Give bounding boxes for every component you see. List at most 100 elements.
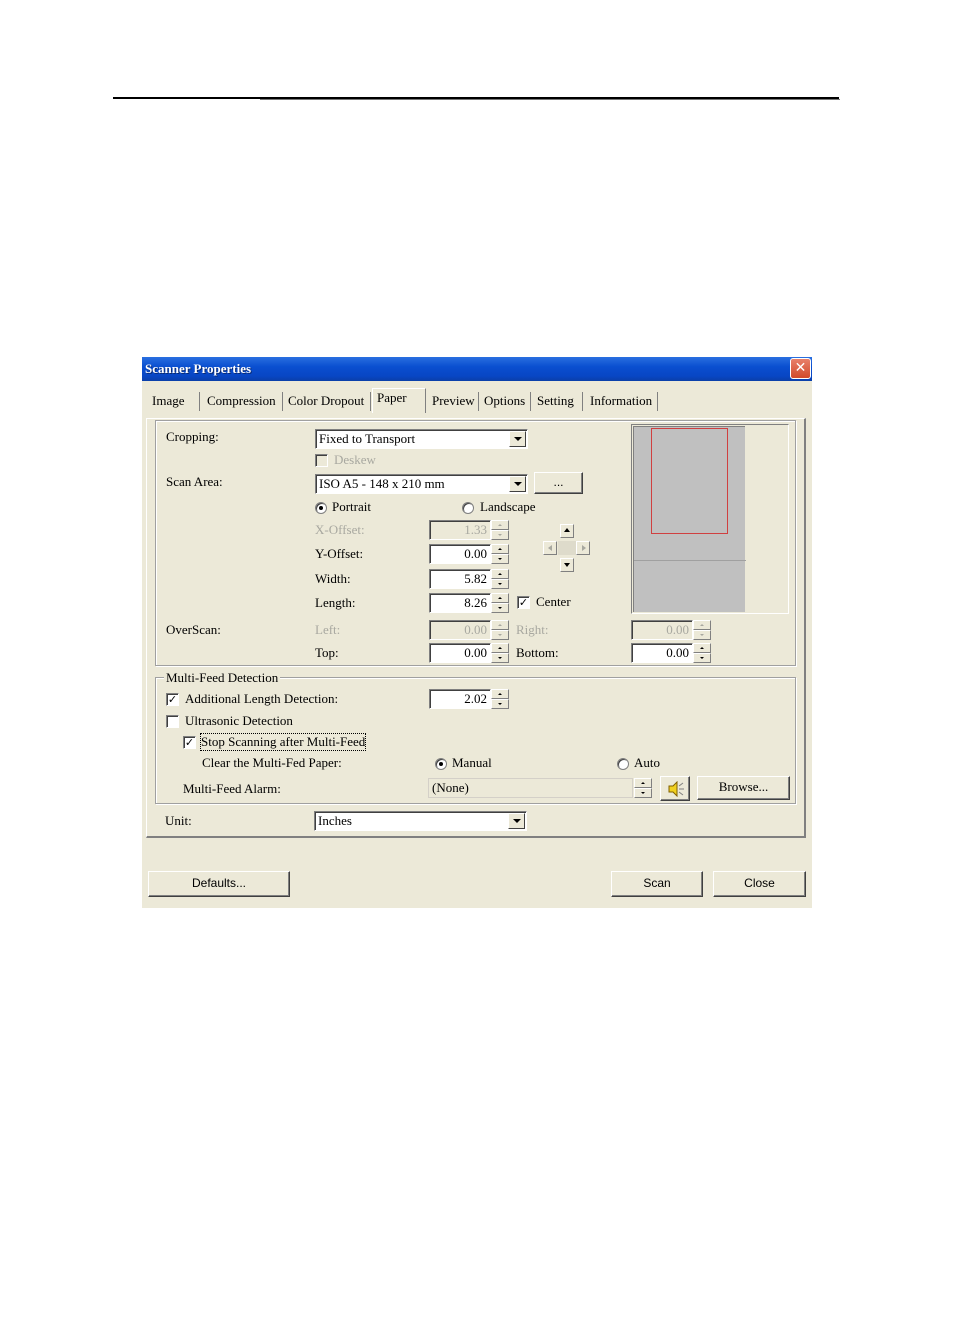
spin-up-icon[interactable] <box>491 643 509 653</box>
ultrasonic-checkbox[interactable] <box>166 715 179 728</box>
scan-area-select[interactable]: ISO A5 - 148 x 210 mm <box>315 474 528 494</box>
manual-label: Manual <box>452 755 492 770</box>
tab-preview[interactable]: Preview <box>428 392 479 411</box>
spin-up-icon[interactable] <box>693 620 711 630</box>
title-bar[interactable]: Scanner Properties ✕ <box>142 357 812 381</box>
spin-up-icon[interactable] <box>491 569 509 579</box>
additional-length-field[interactable]: 2.02 <box>429 689 491 709</box>
width-field[interactable]: 5.82 <box>429 569 491 589</box>
nudge-down-button[interactable] <box>560 558 574 572</box>
scan-area-more-button[interactable]: ... <box>534 472 583 494</box>
nudge-left-button[interactable] <box>543 541 557 555</box>
spin-down-icon[interactable] <box>634 788 652 798</box>
close-button[interactable]: Close <box>713 871 806 897</box>
spin-up-icon[interactable] <box>491 544 509 554</box>
tab-information[interactable]: Information <box>586 392 658 411</box>
spin-down-icon[interactable] <box>491 554 509 564</box>
page-header-rule-shadow <box>260 99 840 100</box>
additional-length-label: Additional Length Detection: <box>185 691 339 706</box>
tab-color-dropout[interactable]: Color Dropout <box>284 392 371 411</box>
arrow-right-icon <box>582 545 586 551</box>
spin-down-icon[interactable] <box>693 653 711 663</box>
alarm-value: (None) <box>432 780 469 795</box>
landscape-label: Landscape <box>480 499 536 514</box>
spin-up-icon[interactable] <box>491 593 509 603</box>
multi-feed-group-title: Multi-Feed Detection <box>164 670 281 686</box>
paper-preview <box>631 424 789 614</box>
scan-area-value: ISO A5 - 148 x 210 mm <box>319 476 445 491</box>
cropping-select[interactable]: Fixed to Transport <box>315 429 528 449</box>
spin-down-icon[interactable] <box>491 579 509 589</box>
y-offset-field[interactable]: 0.00 <box>429 544 491 564</box>
arrow-up-icon <box>564 528 570 532</box>
overscan-top-label: Top: <box>315 645 339 660</box>
sheet-divider <box>634 560 746 561</box>
manual-radio[interactable] <box>435 758 447 770</box>
spin-down-icon[interactable] <box>491 603 509 613</box>
nudge-up-button[interactable] <box>560 524 574 538</box>
center-label: Center <box>536 594 571 609</box>
scan-area-outline[interactable] <box>651 428 728 534</box>
tab-setting[interactable]: Setting <box>533 392 583 411</box>
landscape-radio[interactable] <box>462 502 474 514</box>
spin-down-icon[interactable] <box>491 699 509 709</box>
overscan-right-field[interactable]: 0.00 <box>631 620 693 640</box>
stop-scanning-checkbox[interactable]: ✓ <box>183 736 196 749</box>
alarm-label: Multi-Feed Alarm: <box>183 781 281 796</box>
cropping-label: Cropping: <box>166 429 219 444</box>
spin-down-icon[interactable] <box>693 630 711 640</box>
spin-up-icon[interactable] <box>693 643 711 653</box>
additional-length-checkbox[interactable]: ✓ <box>166 693 179 706</box>
alarm-field[interactable]: (None) <box>428 778 633 798</box>
tab-compression[interactable]: Compression <box>203 392 283 411</box>
spin-up-icon[interactable] <box>491 520 509 530</box>
auto-label: Auto <box>634 755 660 770</box>
position-nudge-pad <box>543 524 591 572</box>
x-offset-field[interactable]: 1.33 <box>429 520 491 540</box>
chevron-down-icon[interactable] <box>509 431 526 447</box>
spin-up-icon[interactable] <box>491 689 509 699</box>
scan-button[interactable]: Scan <box>611 871 703 897</box>
auto-radio[interactable] <box>617 758 629 770</box>
multi-feed-detection-group: Multi-Feed Detection ✓ Additional Length… <box>155 670 796 804</box>
overscan-top-field[interactable]: 0.00 <box>429 643 491 663</box>
overscan-left-field[interactable]: 0.00 <box>429 620 491 640</box>
scanner-properties-dialog: Scanner Properties ✕ Image Compression C… <box>142 357 812 908</box>
tab-image[interactable]: Image <box>148 392 200 411</box>
close-icon[interactable]: ✕ <box>790 358 811 379</box>
spin-down-icon[interactable] <box>491 653 509 663</box>
portrait-label: Portrait <box>332 499 371 514</box>
nudge-right-button[interactable] <box>576 541 590 555</box>
clear-paper-label: Clear the Multi-Fed Paper: <box>202 755 342 770</box>
length-field[interactable]: 8.26 <box>429 593 491 613</box>
paper-settings-group: Cropping: Fixed to Transport Deskew Scan… <box>155 420 796 666</box>
portrait-radio[interactable] <box>315 502 327 514</box>
defaults-button[interactable]: Defaults... <box>148 871 290 897</box>
y-offset-label: Y-Offset: <box>315 546 364 561</box>
arrow-left-icon <box>548 545 552 551</box>
chevron-down-icon[interactable] <box>508 813 525 829</box>
length-label: Length: <box>315 595 356 610</box>
overscan-bottom-label: Bottom: <box>516 645 559 660</box>
window-title: Scanner Properties <box>145 361 252 376</box>
spin-down-icon[interactable] <box>491 630 509 640</box>
unit-select[interactable]: Inches <box>314 811 527 831</box>
arrow-down-icon <box>564 563 570 567</box>
deskew-checkbox[interactable] <box>315 454 328 467</box>
tab-options[interactable]: Options <box>480 392 531 411</box>
overscan-left-label: Left: <box>315 622 341 637</box>
spin-down-icon[interactable] <box>491 530 509 540</box>
overscan-bottom-field[interactable]: 0.00 <box>631 643 693 663</box>
tab-paper[interactable]: Paper <box>372 388 426 413</box>
deskew-label: Deskew <box>334 452 376 467</box>
spin-up-icon[interactable] <box>491 620 509 630</box>
stop-scanning-label: Stop Scanning after Multi-Feed <box>199 733 367 751</box>
center-checkbox[interactable]: ✓ <box>517 596 530 609</box>
overscan-right-label: Right: <box>516 622 549 637</box>
chevron-down-icon[interactable] <box>509 476 526 492</box>
play-alarm-button[interactable] <box>660 776 690 801</box>
spin-up-icon[interactable] <box>634 778 652 788</box>
cropping-value: Fixed to Transport <box>319 431 416 446</box>
nudge-center <box>558 541 576 555</box>
browse-button[interactable]: Browse... <box>697 776 790 800</box>
